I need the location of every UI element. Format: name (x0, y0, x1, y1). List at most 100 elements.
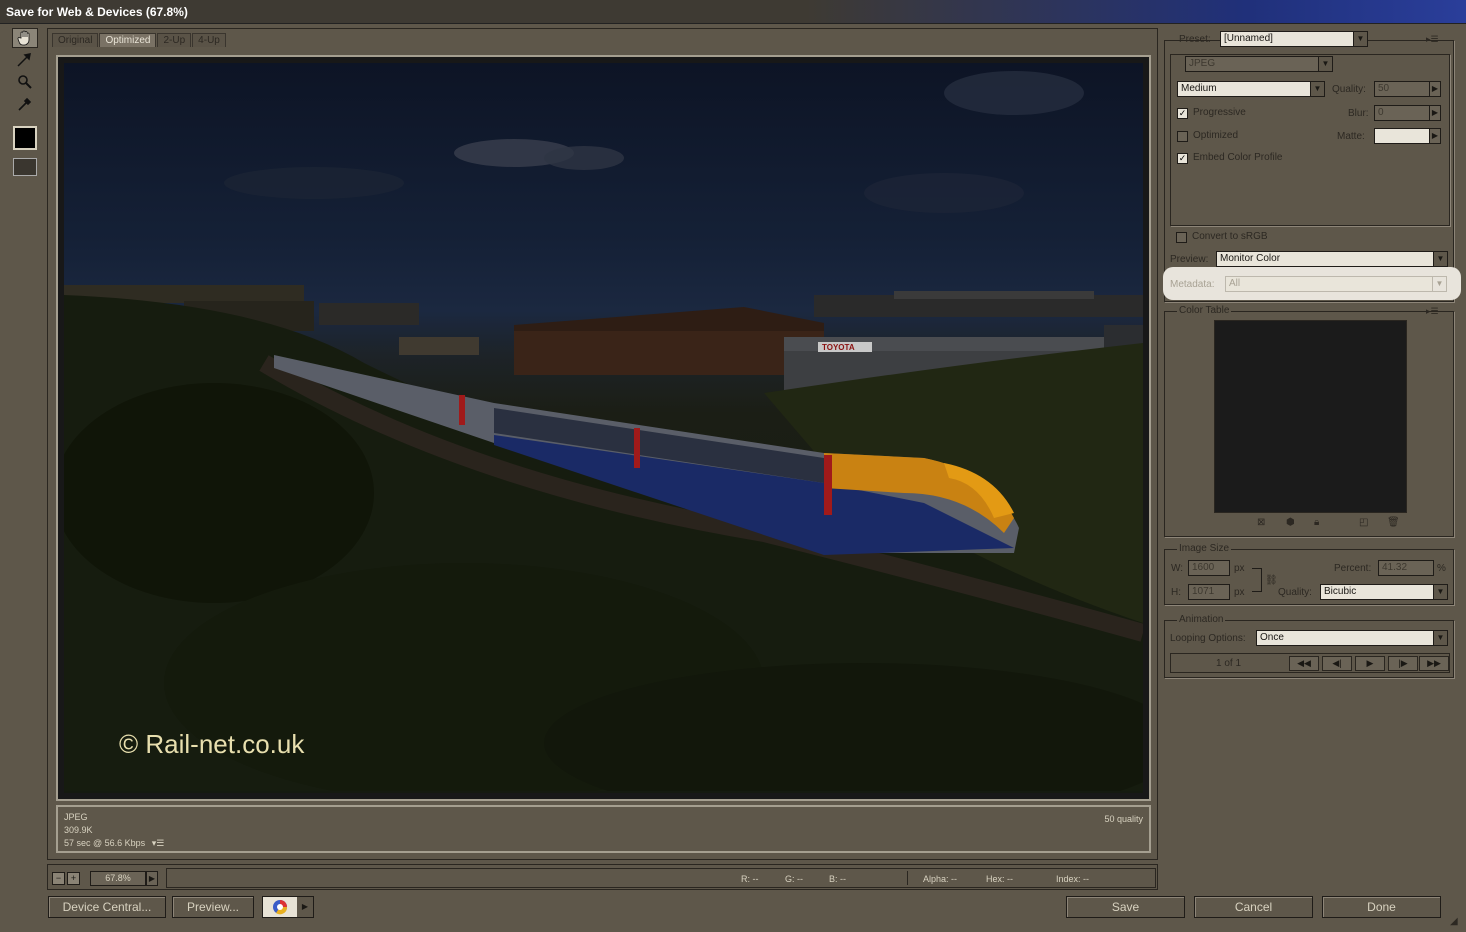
first-frame-icon[interactable]: ◀◀ (1289, 656, 1319, 671)
previous-frame-icon[interactable]: ◀| (1322, 656, 1352, 671)
readout-divider (907, 871, 908, 885)
progressive-checkbox[interactable]: ✓ (1177, 108, 1188, 119)
height-label: H: (1171, 587, 1181, 598)
matte-menu-arrow-icon[interactable]: ▶ (1429, 128, 1441, 144)
height-unit: px (1234, 587, 1245, 598)
image-info-panel: JPEG 309.9K 57 sec @ 56.6 Kbps ▾☰ 50 qua… (56, 805, 1151, 853)
constrain-proportions-link-icon[interactable] (1252, 568, 1262, 592)
resize-grip-icon[interactable]: ◢ (1450, 916, 1458, 927)
save-button[interactable]: Save (1066, 896, 1185, 918)
animation-label: Animation (1177, 614, 1226, 625)
optimized-image[interactable]: TOYOTA © Rail-net.co.uk (64, 63, 1143, 793)
optimized-label: Optimized (1193, 130, 1239, 141)
preview-mode-dropdown[interactable]: Monitor Color ▼ (1216, 251, 1448, 267)
optimized-checkbox[interactable] (1177, 131, 1188, 142)
file-format-dropdown[interactable]: JPEG ▼ (1185, 56, 1333, 72)
blur-field[interactable]: 0 (1374, 105, 1430, 121)
readout-g: G: -- (785, 874, 803, 884)
info-download-time: 57 sec @ 56.6 Kbps ▾☰ (64, 838, 165, 848)
new-color-icon[interactable]: ◰ (1359, 517, 1368, 528)
image-preview-frame: TOYOTA © Rail-net.co.uk (56, 55, 1151, 801)
cancel-button[interactable]: Cancel (1194, 896, 1313, 918)
matte-color-swatch[interactable] (1374, 128, 1430, 144)
view-tabs: Original Optimized 2-Up 4-Up (52, 33, 227, 47)
zoom-out-button[interactable]: − (52, 871, 65, 885)
animation-controls: 1 of 1 ◀◀ ◀| ▶ |▶ ▶▶ (1170, 653, 1450, 673)
readout-r: R: -- (741, 874, 759, 884)
quality-label: Quality: (1332, 84, 1366, 95)
optimize-menu-icon[interactable]: ▸☰ (1426, 34, 1439, 45)
hand-tool-icon[interactable] (12, 28, 38, 48)
resample-quality-dropdown[interactable]: Bicubic ▼ (1320, 584, 1448, 600)
preview-area: Original Optimized 2-Up 4-Up TOYOTA © Ra… (47, 28, 1158, 860)
chain-icon: ⛓ (1265, 575, 1278, 586)
info-file-size: 309.9K (64, 825, 93, 835)
zoom-tool-icon[interactable] (12, 72, 38, 92)
color-table-label: Color Table (1177, 305, 1232, 316)
percent-unit: % (1437, 563, 1446, 574)
info-format: JPEG (64, 812, 88, 822)
preview-in-browser-button[interactable]: ▶ (262, 896, 314, 918)
tab-original[interactable]: Original (52, 33, 99, 47)
tool-palette (10, 28, 42, 188)
chevron-down-icon: ▼ (1318, 57, 1332, 71)
embed-color-profile-checkbox[interactable]: ✓ (1177, 153, 1188, 164)
looping-options-label: Looping Options: (1170, 633, 1246, 644)
metadata-label: Metadata: (1170, 279, 1215, 290)
lock-color-icon[interactable]: 🔒︎ (1314, 517, 1319, 528)
web-snap-icon[interactable]: ⬢ (1286, 517, 1295, 528)
height-field[interactable]: 1071 (1188, 584, 1230, 600)
image-size-label: Image Size (1177, 543, 1232, 554)
color-table-swatches[interactable] (1214, 320, 1407, 513)
frame-counter: 1 of 1 (1216, 658, 1242, 669)
matte-label: Matte: (1337, 131, 1365, 142)
readout-alpha: Alpha: -- (923, 874, 958, 884)
chevron-down-icon: ▼ (1433, 252, 1447, 266)
next-frame-icon[interactable]: |▶ (1388, 656, 1418, 671)
preset-label: Preset: (1179, 34, 1211, 45)
preview-button[interactable]: Preview... (172, 896, 254, 918)
slice-select-tool-icon[interactable] (12, 50, 38, 70)
width-field[interactable]: 1600 (1188, 560, 1230, 576)
blur-label: Blur: (1348, 108, 1369, 119)
preview-mode-label: Preview: (1170, 254, 1209, 265)
resample-quality-label: Quality: (1278, 587, 1312, 598)
done-button[interactable]: Done (1322, 896, 1441, 918)
browser-icon (263, 897, 297, 917)
window-title: Save for Web & Devices (67.8%) (0, 0, 1466, 24)
delete-color-icon[interactable]: 🗑︎ (1387, 517, 1400, 528)
zoom-level-field[interactable]: 67.8% (90, 870, 146, 886)
percent-field[interactable]: 41.32 (1378, 560, 1434, 576)
looping-options-dropdown[interactable]: Once ▼ (1256, 630, 1448, 646)
zoom-dropdown-arrow-icon[interactable]: ▶ (146, 870, 158, 886)
play-icon[interactable]: ▶ (1355, 656, 1385, 671)
convert-srgb-checkbox[interactable] (1176, 232, 1187, 243)
quality-field[interactable]: 50 (1374, 81, 1430, 97)
readout-index: Index: -- (1056, 874, 1090, 884)
watermark: © Rail-net.co.uk (119, 729, 305, 759)
eyedropper-tool-icon[interactable] (12, 94, 38, 114)
metadata-dropdown[interactable]: All ▼ (1225, 276, 1447, 292)
slice-visibility-toggle-icon[interactable] (13, 158, 37, 176)
tab-optimized[interactable]: Optimized (99, 33, 157, 47)
color-table-menu-icon[interactable]: ▸☰ (1426, 306, 1439, 317)
progressive-label: Progressive (1193, 107, 1246, 118)
tab-2-up[interactable]: 2-Up (157, 33, 192, 47)
map-to-transparent-icon[interactable]: ⊠ (1257, 517, 1265, 528)
download-rate-menu-icon[interactable]: ▾☰ (152, 838, 165, 848)
preset-dropdown[interactable]: [Unnamed] ▼ (1220, 31, 1368, 47)
quality-slider-arrow-icon[interactable]: ▶ (1429, 81, 1441, 97)
eyedropper-color-swatch[interactable] (13, 126, 37, 150)
chevron-down-icon: ▼ (1432, 277, 1446, 291)
browser-menu-arrow-icon[interactable]: ▶ (297, 897, 313, 917)
readout-b: B: -- (829, 874, 846, 884)
convert-srgb-label: Convert to sRGB (1192, 231, 1268, 242)
zoom-control: − + 67.8% ▶ (52, 870, 162, 886)
zoom-in-button[interactable]: + (67, 871, 80, 885)
quality-level-dropdown[interactable]: Medium ▼ (1177, 81, 1325, 97)
device-central-button[interactable]: Device Central... (48, 896, 166, 918)
last-frame-icon[interactable]: ▶▶ (1419, 656, 1449, 671)
chevron-down-icon: ▼ (1353, 32, 1367, 46)
tab-4-up[interactable]: 4-Up (192, 33, 226, 47)
blur-slider-arrow-icon[interactable]: ▶ (1429, 105, 1441, 121)
